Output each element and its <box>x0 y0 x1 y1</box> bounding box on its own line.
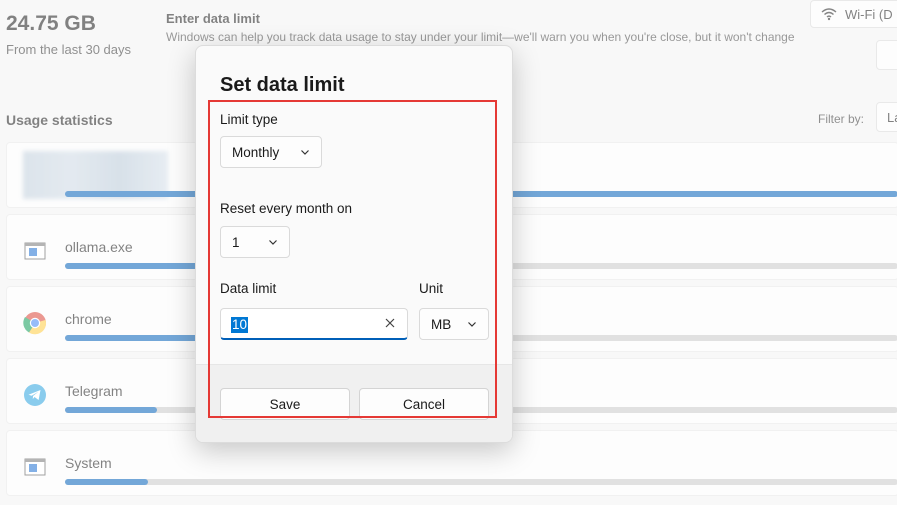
chevron-down-icon <box>468 322 476 327</box>
reset-day-value: 1 <box>232 234 240 250</box>
limit-type-value: Monthly <box>232 144 280 160</box>
chevron-down-icon <box>269 240 277 245</box>
save-button[interactable]: Save <box>220 388 350 420</box>
clear-icon[interactable] <box>383 316 397 330</box>
unit-value: MB <box>431 316 452 332</box>
chevron-down-icon <box>301 150 309 155</box>
set-data-limit-dialog: Set data limit Limit type Monthly Reset … <box>195 45 513 443</box>
data-limit-value: 10 <box>231 317 249 333</box>
unit-dropdown[interactable]: MB <box>419 308 489 340</box>
limit-type-label: Limit type <box>220 112 278 127</box>
data-limit-input[interactable]: 10 <box>220 308 408 340</box>
unit-label: Unit <box>419 281 444 296</box>
cancel-button[interactable]: Cancel <box>359 388 489 420</box>
dialog-title: Set data limit <box>220 74 345 96</box>
reset-day-dropdown[interactable]: 1 <box>220 226 290 258</box>
data-limit-label: Data limit <box>220 281 277 296</box>
reset-day-label: Reset every month on <box>220 201 353 216</box>
limit-type-dropdown[interactable]: Monthly <box>220 136 322 168</box>
